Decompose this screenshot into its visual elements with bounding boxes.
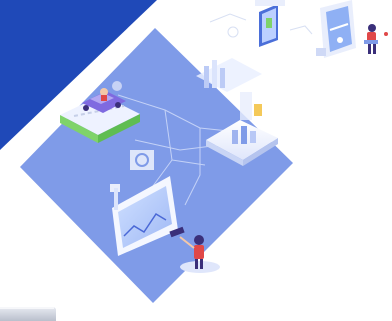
tab-button-icon[interactable] bbox=[0, 307, 56, 321]
hero-illustration bbox=[0, 0, 392, 321]
person-with-laptop-icon bbox=[364, 24, 388, 54]
phone-screen-icon bbox=[255, 0, 285, 47]
tablet-screen-icon bbox=[316, 0, 356, 58]
illustration-canvas bbox=[0, 0, 388, 321]
